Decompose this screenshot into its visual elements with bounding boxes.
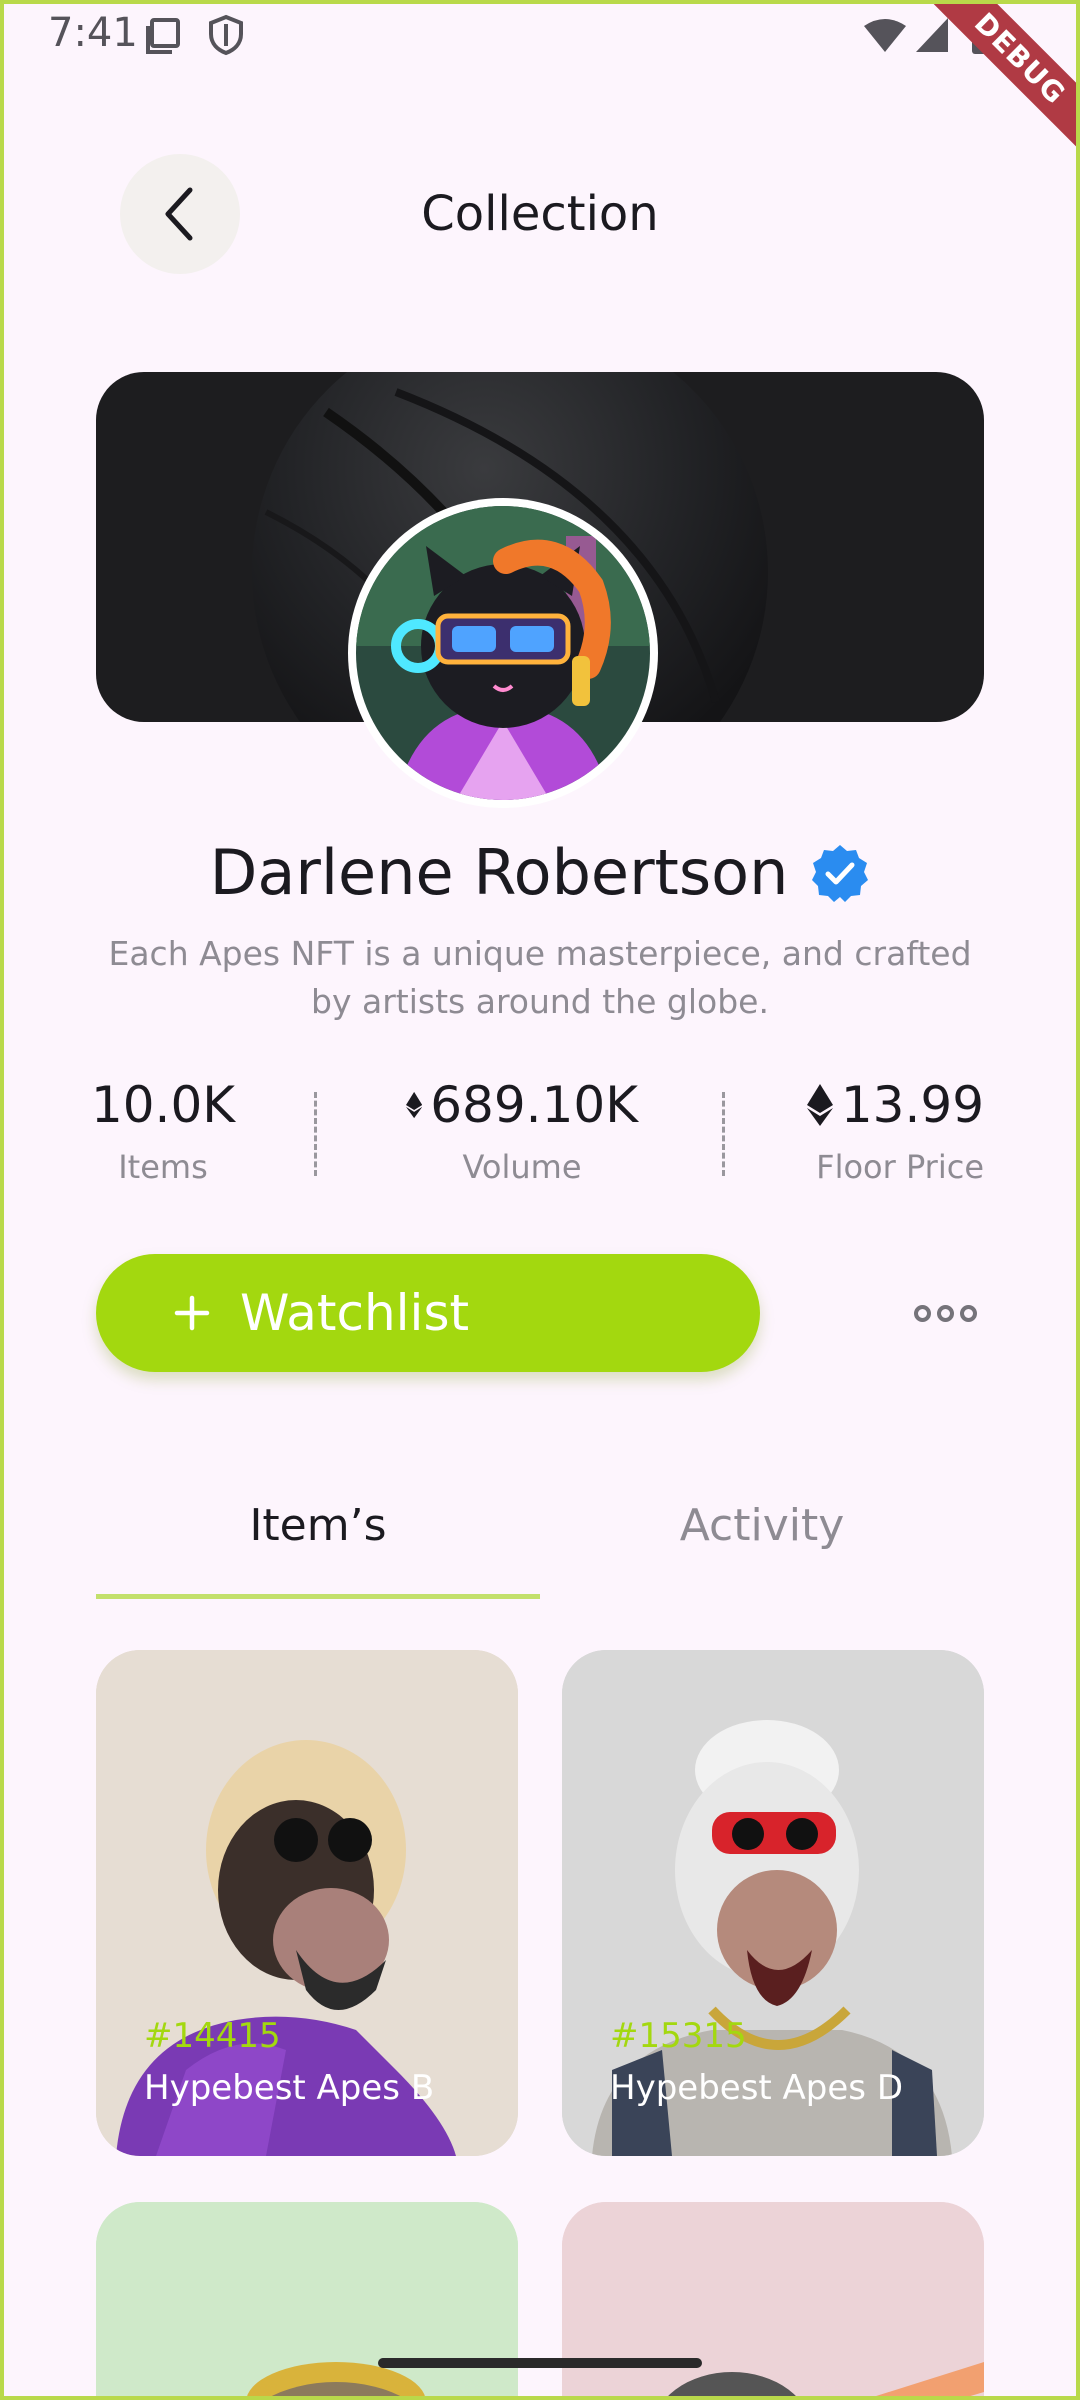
more-options-button[interactable] xyxy=(914,1298,980,1328)
tab-items[interactable]: Item’s xyxy=(96,1500,540,1551)
nft-id: #15315 xyxy=(610,2016,747,2056)
profile-name-row: Darlene Robertson xyxy=(0,836,1080,909)
active-tab-indicator xyxy=(96,1594,540,1599)
stat-floor-price-value: 13.99 xyxy=(840,1076,984,1134)
watchlist-button[interactable]: Watchlist xyxy=(96,1254,760,1372)
collection-avatar xyxy=(348,498,658,808)
nft-image xyxy=(96,2202,518,2400)
ethereum-icon xyxy=(806,1084,833,1126)
stat-items-value: 10.0K xyxy=(90,1076,236,1134)
nft-card[interactable]: #14415 Hypebest Apes B xyxy=(96,1650,518,2156)
more-icon xyxy=(914,1304,931,1322)
nft-image xyxy=(562,2202,984,2400)
stat-items-label: Items xyxy=(118,1148,208,1186)
watchlist-label: Watchlist xyxy=(240,1284,470,1342)
status-time: 7:41 xyxy=(48,10,138,56)
verified-badge-icon xyxy=(812,844,869,902)
avatar-image xyxy=(356,506,650,800)
nft-card[interactable] xyxy=(96,2202,518,2400)
stat-divider xyxy=(314,1092,317,1176)
tab-activity[interactable]: Activity xyxy=(540,1500,984,1551)
ethereum-icon xyxy=(406,1091,423,1119)
stat-volume: 689.10K Volume xyxy=(406,1076,638,1186)
debug-banner: DEBUG xyxy=(880,0,1080,200)
profile-name: Darlene Robertson xyxy=(209,836,789,909)
nft-name: Hypebest Apes D xyxy=(610,2068,904,2108)
profile-description: Each Apes NFT is a unique masterpiece, a… xyxy=(108,934,972,1021)
nft-id: #14415 xyxy=(144,2016,281,2056)
stat-floor-price-label: Floor Price xyxy=(816,1148,984,1186)
plus-icon xyxy=(174,1295,210,1331)
shield-icon xyxy=(209,14,243,56)
home-indicator[interactable] xyxy=(378,2358,702,2368)
stat-divider xyxy=(722,1092,725,1176)
debug-label: DEBUG xyxy=(912,0,1080,167)
nft-card[interactable] xyxy=(562,2202,984,2400)
nft-name: Hypebest Apes B xyxy=(144,2068,435,2108)
nft-card[interactable]: #15315 Hypebest Apes D xyxy=(562,1650,984,2156)
stat-items: 10.0K Items xyxy=(90,1076,236,1186)
stat-volume-label: Volume xyxy=(462,1148,582,1186)
stat-volume-value: 689.10K xyxy=(430,1076,638,1134)
screenshot-icon xyxy=(146,18,180,54)
stat-floor-price: 13.99 Floor Price xyxy=(804,1076,984,1186)
